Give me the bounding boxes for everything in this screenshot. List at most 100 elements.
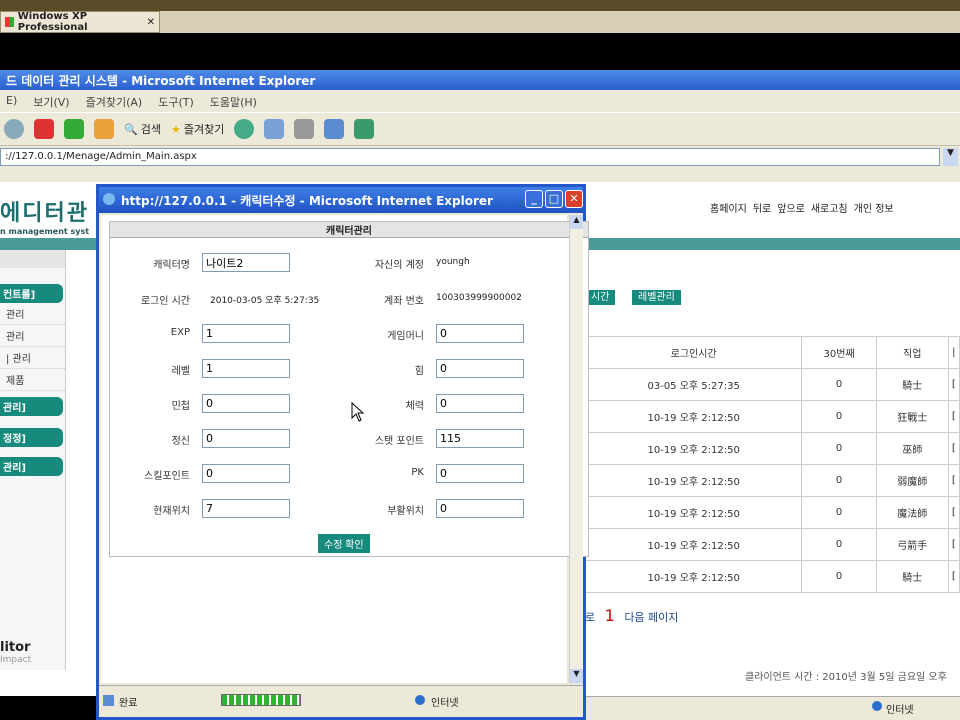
favorites-button[interactable]: ★ 즐겨찾기 bbox=[171, 121, 224, 137]
vm-tab-title: Windows XP Professional bbox=[17, 11, 88, 33]
popup-scrollbar[interactable]: ▲ ▼ bbox=[569, 215, 583, 683]
cell: 0 bbox=[801, 496, 877, 529]
cell: 弱魔師 bbox=[875, 464, 949, 497]
edit-icon[interactable] bbox=[324, 119, 345, 139]
char-name-input[interactable] bbox=[202, 253, 290, 272]
exp-input[interactable] bbox=[202, 324, 290, 343]
table-row[interactable]: 10-19 오후 2:12:50 0 弓箭手[ bbox=[584, 528, 960, 561]
pager-current[interactable]: 1 bbox=[605, 606, 615, 625]
character-panel: 캐릭터관리 캐릭터명 자신의 계정 youngh 로그인 시간 2010-03-… bbox=[109, 221, 589, 557]
nav-forward[interactable]: 앞으로 bbox=[777, 200, 805, 215]
logo-subtitle: n management syst bbox=[0, 227, 90, 236]
edit-character-window: http://127.0.0.1 - 캐릭터수정 - Microsoft Int… bbox=[96, 184, 589, 720]
sidebar-item[interactable]: | 관리 bbox=[0, 347, 65, 369]
address-input[interactable]: ://127.0.0.1/Menage/Admin_Main.aspx bbox=[0, 148, 940, 166]
table-row[interactable]: 10-19 오후 2:12:50 0 魔法師[ bbox=[584, 496, 960, 529]
nav-refresh[interactable]: 새로고침 bbox=[811, 200, 848, 215]
address-dropdown-icon[interactable]: ▼ bbox=[943, 148, 958, 166]
respawn-input[interactable] bbox=[436, 499, 524, 518]
mail-icon[interactable] bbox=[264, 119, 285, 139]
submit-button[interactable]: 수정 확인 bbox=[318, 534, 370, 553]
cursor-icon bbox=[351, 402, 365, 422]
login-value: 2010-03-05 오후 5:27:35 bbox=[210, 296, 320, 306]
menu-view[interactable]: 보기(V) bbox=[33, 94, 69, 109]
search-button[interactable]: 🔍 검색 bbox=[124, 121, 161, 137]
col-job: 직업 bbox=[875, 336, 949, 369]
footer-sub: Impact bbox=[0, 655, 32, 665]
windows-icon bbox=[5, 17, 14, 27]
stat-input[interactable] bbox=[436, 429, 524, 448]
messenger-icon[interactable] bbox=[354, 119, 375, 139]
pager-prev[interactable]: 로 bbox=[585, 611, 595, 624]
table-row[interactable]: 10-19 오후 2:12:50 0 弱魔師[ bbox=[584, 464, 960, 497]
sidebar-section-4[interactable]: 관리] bbox=[0, 457, 63, 476]
sidebar: 컨트롤] 관리 관리 | 관리 제품 관리] 정정] 관리] bbox=[0, 250, 66, 670]
skill-input[interactable] bbox=[202, 464, 290, 483]
site-logo[interactable]: 에디터관 n management syst bbox=[0, 195, 95, 236]
row-link[interactable]: [ bbox=[947, 528, 960, 561]
print-icon[interactable] bbox=[294, 119, 315, 139]
str-label: 힘 bbox=[414, 366, 424, 377]
vm-top-bar bbox=[0, 0, 960, 11]
cell: 03-05 오후 5:27:35 bbox=[584, 368, 803, 401]
row-link[interactable]: [ bbox=[947, 400, 960, 433]
pk-input[interactable] bbox=[436, 464, 524, 483]
forward-icon[interactable] bbox=[4, 119, 24, 139]
footer-brand: litor bbox=[0, 640, 31, 655]
pos-input[interactable] bbox=[202, 499, 290, 518]
cell: 弓箭手 bbox=[875, 528, 949, 561]
table-row[interactable]: 10-19 오후 2:12:50 0 騎士[ bbox=[584, 560, 960, 593]
str-input[interactable] bbox=[436, 359, 524, 378]
spi-input[interactable] bbox=[202, 429, 290, 448]
sidebar-item[interactable]: 관리 bbox=[0, 325, 65, 347]
home-icon[interactable] bbox=[94, 119, 114, 139]
row-link[interactable]: [ bbox=[947, 368, 960, 401]
close-icon[interactable]: ✕ bbox=[565, 190, 583, 208]
row-link[interactable]: [ bbox=[947, 432, 960, 465]
search-label: 검색 bbox=[140, 123, 161, 136]
close-icon[interactable]: ✕ bbox=[147, 17, 155, 28]
scroll-up-icon[interactable]: ▲ bbox=[570, 215, 583, 229]
table-row[interactable]: 10-19 오후 2:12:50 0 巫師[ bbox=[584, 432, 960, 465]
row-link[interactable]: [ bbox=[947, 560, 960, 593]
login-label: 로그인 시간 bbox=[140, 296, 190, 307]
account-label: 자신의 계정 bbox=[374, 260, 424, 271]
menu-favorites[interactable]: 즐겨찾기(A) bbox=[86, 94, 143, 109]
sidebar-item[interactable]: 제품 bbox=[0, 369, 65, 391]
tab-time[interactable]: 시간 bbox=[585, 288, 616, 305]
nav-profile[interactable]: 개인 정보 bbox=[854, 200, 894, 215]
table-row[interactable]: 03-05 오후 5:27:35 0 騎士[ bbox=[584, 368, 960, 401]
nav-home[interactable]: 홈페이지 bbox=[710, 200, 747, 215]
row-link[interactable]: [ bbox=[947, 496, 960, 529]
menu-edit[interactable]: E) bbox=[6, 94, 17, 108]
tab-time-label: 시간 bbox=[585, 290, 616, 305]
agi-input[interactable] bbox=[202, 394, 290, 413]
sidebar-section-3[interactable]: 정정] bbox=[0, 428, 63, 447]
scroll-down-icon[interactable]: ▼ bbox=[570, 669, 583, 683]
stop-icon[interactable] bbox=[34, 119, 54, 139]
vm-tab[interactable]: Windows XP Professional ✕ bbox=[0, 11, 160, 33]
table-row[interactable]: 10-19 오후 2:12:50 0 狂戰士[ bbox=[584, 400, 960, 433]
popup-title-bar[interactable]: http://127.0.0.1 - 캐릭터수정 - Microsoft Int… bbox=[99, 187, 583, 213]
sidebar-section-1[interactable]: 컨트롤] bbox=[0, 284, 63, 303]
sidebar-item[interactable]: 관리 bbox=[0, 303, 65, 325]
favorites-label: 즐겨찾기 bbox=[183, 123, 225, 136]
refresh-icon[interactable] bbox=[64, 119, 84, 139]
nav-back[interactable]: 뒤로 bbox=[753, 200, 771, 215]
tab-level[interactable]: 레벨관리 bbox=[632, 288, 681, 305]
menu-help[interactable]: 도움말(H) bbox=[210, 94, 257, 109]
search-icon: 🔍 bbox=[124, 122, 138, 136]
maximize-icon[interactable]: □ bbox=[545, 190, 563, 208]
star-icon: ★ bbox=[170, 122, 181, 136]
sidebar-section-2[interactable]: 관리] bbox=[0, 397, 63, 416]
history-icon[interactable] bbox=[234, 119, 255, 139]
pager-next[interactable]: 다음 페이지 bbox=[624, 611, 678, 624]
cell: 10-19 오후 2:12:50 bbox=[584, 432, 803, 465]
minimize-icon[interactable]: _ bbox=[525, 190, 543, 208]
money-input[interactable] bbox=[436, 324, 524, 343]
hp-input[interactable] bbox=[436, 394, 524, 413]
row-link[interactable]: [ bbox=[947, 464, 960, 497]
spi-label: 정신 bbox=[171, 436, 190, 447]
menu-tools[interactable]: 도구(T) bbox=[158, 94, 194, 109]
level-input[interactable] bbox=[202, 359, 290, 378]
